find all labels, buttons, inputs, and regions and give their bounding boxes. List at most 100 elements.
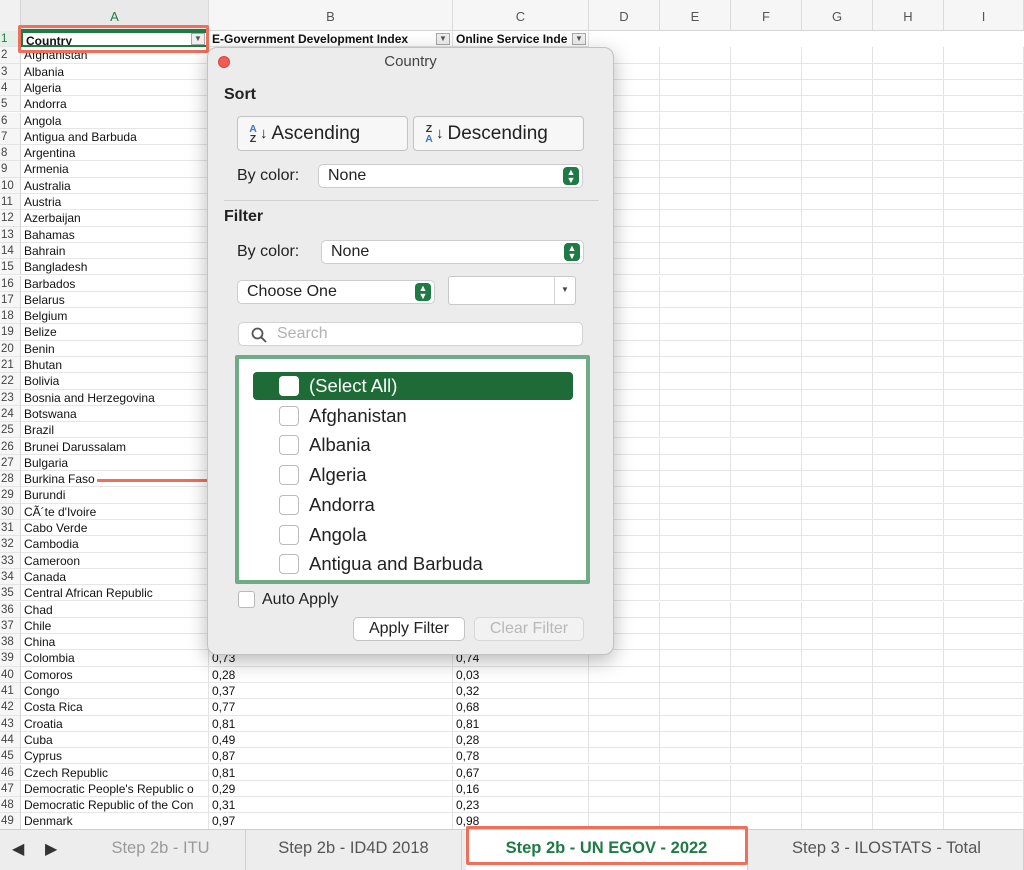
cell-a[interactable]: Costa Rica <box>21 699 209 716</box>
row-number[interactable]: 44 <box>0 731 21 749</box>
empty-cell[interactable] <box>944 259 1024 276</box>
empty-cell[interactable] <box>802 780 873 798</box>
apply-filter-button[interactable]: Apply Filter <box>353 617 465 641</box>
empty-cell[interactable] <box>873 194 944 211</box>
empty-cell[interactable] <box>731 275 802 292</box>
empty-cell[interactable] <box>873 308 944 325</box>
empty-cell[interactable] <box>660 715 731 732</box>
row-number[interactable]: 9 <box>0 161 21 178</box>
empty-cell[interactable] <box>873 177 944 194</box>
triangle-right-icon[interactable]: ▶ <box>45 839 57 859</box>
empty-cell[interactable] <box>731 731 802 749</box>
cell-a[interactable]: Belgium <box>21 308 209 325</box>
empty-cell[interactable] <box>731 79 802 97</box>
empty-cell[interactable] <box>660 422 731 439</box>
empty-cell[interactable] <box>802 389 873 406</box>
empty-cell[interactable] <box>873 715 944 732</box>
empty-cell[interactable] <box>944 161 1024 178</box>
empty-cell[interactable] <box>660 405 731 423</box>
empty-cell[interactable] <box>731 764 802 781</box>
cell-a[interactable]: Barbados <box>21 275 209 292</box>
cell-a[interactable]: Brazil <box>21 422 209 439</box>
empty-cell[interactable] <box>944 79 1024 97</box>
empty-cell[interactable] <box>731 617 802 635</box>
empty-cell[interactable] <box>731 194 802 211</box>
empty-cell[interactable] <box>944 422 1024 439</box>
empty-cell[interactable] <box>944 585 1024 602</box>
cell-c[interactable]: 0,16 <box>453 780 589 798</box>
empty-cell[interactable] <box>660 145 731 162</box>
row-number[interactable]: 16 <box>0 275 21 292</box>
cell-a[interactable]: Algeria <box>21 79 209 97</box>
empty-cell[interactable] <box>944 617 1024 635</box>
empty-cell[interactable] <box>873 536 944 553</box>
empty-cell[interactable] <box>944 194 1024 211</box>
empty-cell[interactable] <box>944 389 1024 406</box>
empty-cell[interactable] <box>731 503 802 520</box>
column-header-c[interactable]: C <box>453 0 589 31</box>
empty-cell[interactable] <box>731 242 802 260</box>
empty-cell[interactable] <box>802 536 873 553</box>
empty-cell[interactable] <box>944 226 1024 243</box>
empty-cell[interactable] <box>802 797 873 814</box>
cell-a[interactable]: Albania <box>21 63 209 80</box>
checkbox-icon[interactable] <box>279 554 299 575</box>
empty-cell[interactable] <box>660 520 731 537</box>
empty-cell[interactable] <box>660 552 731 569</box>
empty-cell[interactable] <box>873 389 944 406</box>
empty-cell[interactable] <box>660 683 731 700</box>
row-number[interactable]: 4 <box>0 79 21 97</box>
empty-cell[interactable] <box>873 275 944 292</box>
cell-b[interactable]: 0,77 <box>209 699 453 716</box>
empty-cell[interactable] <box>589 780 660 798</box>
empty-cell[interactable] <box>944 324 1024 341</box>
empty-cell[interactable] <box>802 471 873 488</box>
row-number[interactable]: 49 <box>0 813 21 830</box>
empty-cell[interactable] <box>802 438 873 455</box>
empty-cell[interactable] <box>944 357 1024 374</box>
empty-cell[interactable] <box>660 112 731 129</box>
cell-c[interactable]: 0,03 <box>453 666 589 683</box>
empty-cell[interactable] <box>731 666 802 683</box>
list-item[interactable]: (Select All) <box>253 372 573 400</box>
row-number[interactable]: 15 <box>0 259 21 276</box>
empty-cell[interactable] <box>660 585 731 602</box>
empty-cell[interactable] <box>731 715 802 732</box>
cell-a[interactable]: Comoros <box>21 666 209 683</box>
empty-cell[interactable] <box>944 520 1024 537</box>
empty-cell[interactable] <box>660 438 731 455</box>
cell-a[interactable]: Cabo Verde <box>21 520 209 537</box>
row-number[interactable]: 17 <box>0 291 21 309</box>
empty-cell[interactable] <box>660 797 731 814</box>
row-number[interactable]: 5 <box>0 96 21 113</box>
row-number[interactable]: 33 <box>0 552 21 569</box>
row-number[interactable]: 38 <box>0 634 21 651</box>
empty-cell[interactable] <box>873 145 944 162</box>
list-item[interactable]: Angola <box>253 521 573 549</box>
empty-cell[interactable] <box>731 226 802 243</box>
cell-c[interactable]: 0,81 <box>453 715 589 732</box>
empty-cell[interactable] <box>802 699 873 716</box>
row-number[interactable]: 29 <box>0 487 21 504</box>
checkbox-icon[interactable] <box>279 376 299 396</box>
empty-cell[interactable] <box>660 650 731 667</box>
empty-cell[interactable] <box>944 210 1024 227</box>
sort-by-color-select[interactable]: None ▲ ▼ <box>318 164 583 188</box>
row-number[interactable]: 39 <box>0 650 21 667</box>
empty-cell[interactable] <box>944 177 1024 194</box>
empty-cell[interactable] <box>660 389 731 406</box>
empty-cell[interactable] <box>873 780 944 798</box>
empty-cell[interactable] <box>802 601 873 618</box>
empty-cell[interactable] <box>731 373 802 390</box>
filter-dropdown-icon[interactable]: ▼ <box>436 33 450 45</box>
empty-cell[interactable] <box>873 373 944 390</box>
row-number[interactable]: 30 <box>0 503 21 520</box>
empty-cell[interactable] <box>731 487 802 504</box>
empty-cell[interactable] <box>660 634 731 651</box>
cell-b[interactable]: 0,37 <box>209 683 453 700</box>
empty-cell[interactable] <box>944 275 1024 292</box>
empty-cell[interactable] <box>873 650 944 667</box>
sort-descending-button[interactable]: Z A ↓ Descending <box>413 116 584 151</box>
empty-cell[interactable] <box>731 405 802 423</box>
empty-cell[interactable] <box>802 520 873 537</box>
